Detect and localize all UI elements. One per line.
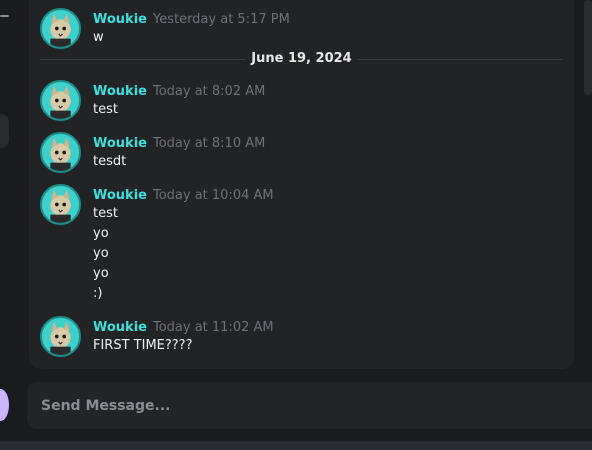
message-text: test [93,206,118,221]
date-separator-label: June 19, 2024 [251,51,352,66]
message-text: yo [93,266,109,281]
message-composer [27,382,592,429]
scrollbar[interactable] [584,0,592,95]
cat-avatar-icon[interactable] [40,80,81,121]
message-text: FIRST TIME???? [93,338,193,353]
message-timestamp: Today at 11:02 AM [152,320,274,335]
cat-avatar-icon[interactable] [40,132,81,173]
message-timestamp: Today at 10:04 AM [152,188,274,203]
message-text: tesdt [93,154,127,169]
message-timestamp: Yesterday at 5:17 PM [152,12,290,27]
message-author[interactable]: Woukie [93,320,147,335]
send-message-input[interactable] [27,382,592,429]
sidebar-server-button[interactable] [0,114,9,148]
cat-avatar-icon[interactable] [40,184,81,225]
message-text: test [93,102,118,117]
message-author[interactable]: Woukie [93,84,147,99]
message-timestamp: Today at 8:02 AM [152,84,266,99]
sidebar-divider [0,15,9,17]
message-text: w [93,30,104,45]
cat-avatar-icon[interactable] [40,8,81,49]
message-timestamp: Today at 8:10 AM [152,136,266,151]
message-text: :) [93,286,103,301]
bottom-bar [0,441,592,450]
message-author[interactable]: Woukie [93,12,147,27]
date-separator: June 19, 2024 [40,50,563,68]
sidebar-user-avatar[interactable] [0,389,9,421]
cat-avatar-icon[interactable] [40,316,81,357]
message-author[interactable]: Woukie [93,188,147,203]
message-text: yo [93,246,109,261]
message-list: Woukie Yesterday at 5:17 PM w June 19, 20… [29,0,574,369]
message-author[interactable]: Woukie [93,136,147,151]
message-text: yo [93,226,109,241]
